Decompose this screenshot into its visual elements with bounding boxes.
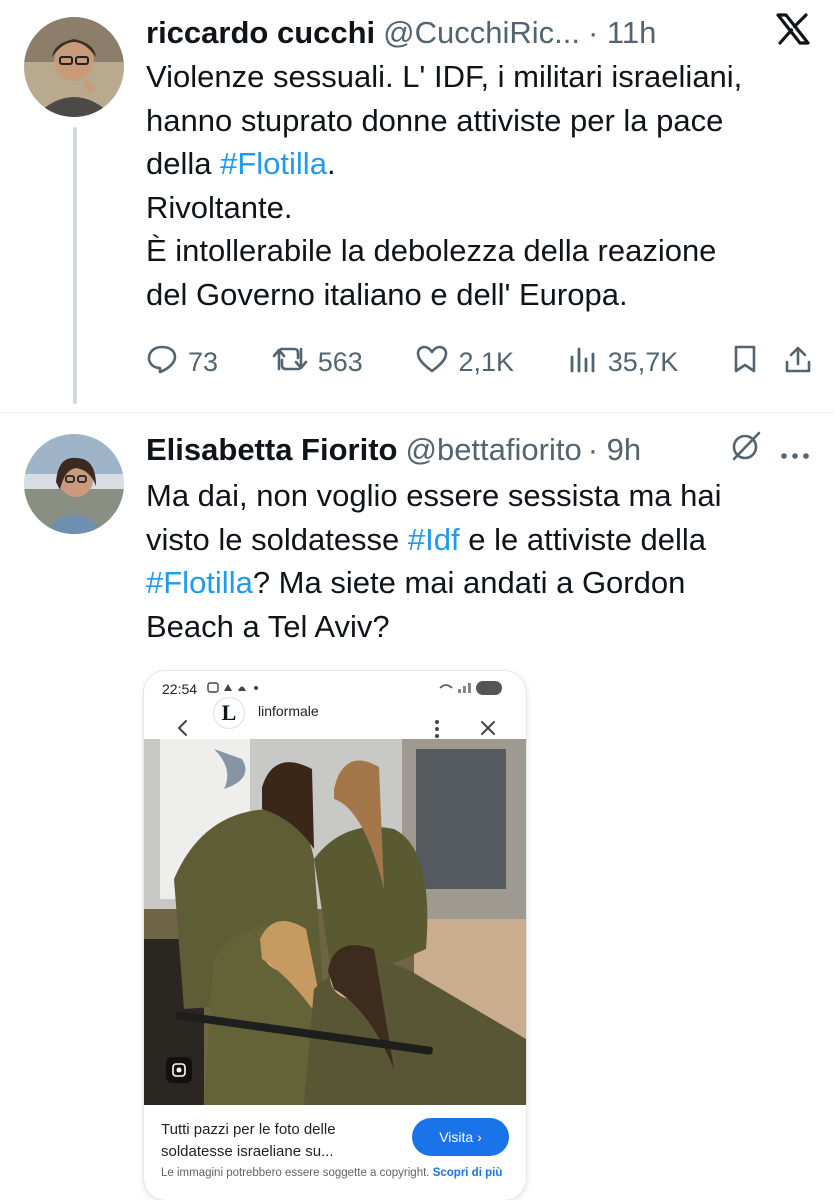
retweet-button[interactable]: 563	[272, 345, 363, 380]
bookmark-icon[interactable]	[732, 344, 758, 381]
x-logo-icon	[776, 13, 810, 53]
author-name[interactable]: Elisabetta Fiorito	[146, 432, 397, 468]
more-icon[interactable]	[780, 432, 810, 468]
status-icons	[206, 679, 276, 698]
tweet-line: È intollerabile la debolezza della reazi…	[146, 233, 717, 268]
like-icon	[416, 344, 448, 381]
tweet-text: Ma dai, non voglio essere sessista ma ha…	[146, 474, 814, 648]
reply-button[interactable]: 73	[146, 344, 218, 381]
tweet-line: Ma dai, non voglio essere sessista ma ha…	[146, 478, 722, 513]
tweet-divider	[0, 412, 834, 413]
retweet-icon	[272, 345, 308, 380]
visit-button[interactable]: Visita ›	[412, 1118, 509, 1156]
share-icon[interactable]	[784, 344, 812, 381]
like-button[interactable]: 2,1K	[416, 344, 514, 381]
views-icon	[568, 345, 598, 380]
author-name[interactable]: riccardo cucchi	[146, 15, 375, 51]
hashtag-link[interactable]: #Flotilla	[146, 565, 253, 600]
reply-icon	[146, 344, 178, 381]
site-logo: L	[214, 698, 244, 728]
tweet-line: Rivoltante.	[146, 189, 293, 225]
close-icon[interactable]	[480, 720, 496, 741]
views-button[interactable]: 35,7K	[568, 345, 679, 380]
tweet-line: ? Ma siete mai andati a Gordon	[252, 565, 686, 600]
hashtag-link[interactable]: #Idf	[408, 522, 460, 557]
tweet-line: della	[146, 146, 221, 181]
tweet-line: hanno stuprato donne attiviste per la pa…	[146, 102, 724, 138]
hashtag-link[interactable]: #Flotilla	[220, 146, 327, 181]
retweet-count: 563	[317, 346, 363, 377]
avatar-elisabetta[interactable]	[24, 434, 124, 534]
phone-status-bar: 22:54	[144, 671, 526, 707]
views-count: 35,7K	[607, 346, 679, 377]
tweet-text: Violenze sessuali. L' IDF, i militari is…	[146, 55, 814, 316]
tweet-line: Beach a Tel Aviv?	[146, 608, 390, 644]
result-caption[interactable]: Tutti pazzi per le foto delle soldatesse…	[161, 1119, 401, 1163]
soldiers-photo	[144, 739, 526, 1105]
tweet-extra-actions	[732, 344, 812, 381]
tweet-line: e le attiviste della	[459, 521, 707, 557]
status-time: 22:54	[162, 681, 198, 697]
signal-battery-icon	[438, 679, 504, 700]
author-handle[interactable]: @CucchiRic...	[383, 15, 580, 51]
tweet-line: visto le soldatesse	[146, 521, 408, 557]
author-handle[interactable]: @bettafiorito	[405, 432, 581, 468]
learn-more-link[interactable]: Scopri di più	[433, 1167, 503, 1179]
reply-count: 73	[188, 346, 219, 377]
like-count: 2,1K	[458, 346, 515, 377]
copyright-notice: Le immagini potrebbero essere soggette a…	[161, 1165, 511, 1181]
avatar-riccardo[interactable]	[24, 17, 124, 117]
tweet-line: .	[326, 146, 336, 181]
tweet-header: Elisabetta Fiorito @bettafiorito · 9h	[146, 428, 810, 472]
tweet-line: del Governo italiano e dell' Europa.	[146, 276, 628, 312]
tweet-time[interactable]: · 9h	[588, 432, 641, 468]
tweet-time[interactable]: · 11h	[588, 15, 656, 51]
site-name: linformale	[258, 703, 319, 719]
tweet-line: Violenze sessuali. L' IDF, i militari is…	[146, 59, 743, 94]
thread-connector	[73, 127, 77, 404]
tweet-header: riccardo cucchi @CucchiRic... · 11h	[146, 11, 810, 55]
embedded-screenshot[interactable]: 22:54 L linformale Tutti pazzi per le fo…	[144, 671, 526, 1200]
grok-icon[interactable]	[730, 430, 762, 470]
copyright-text: Le immagini potrebbero essere soggette a…	[161, 1167, 430, 1179]
tweet-actions: 73 563 2,1K 35,7K	[146, 340, 812, 384]
lens-icon[interactable]	[166, 1057, 192, 1083]
